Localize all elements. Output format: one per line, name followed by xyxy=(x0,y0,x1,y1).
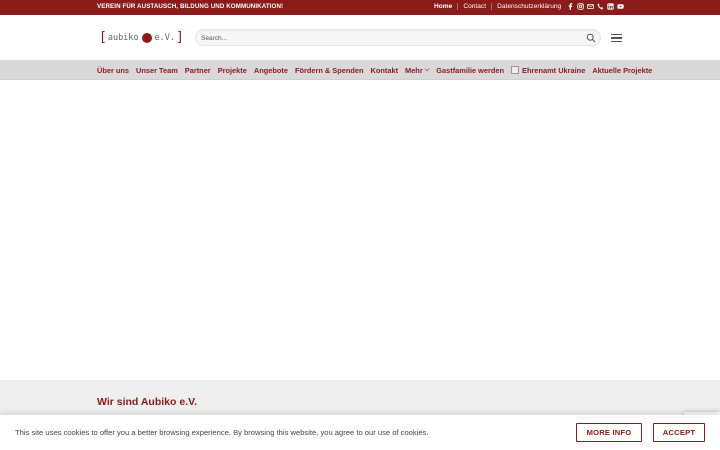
nav-item-mehr-label: Mehr xyxy=(405,65,423,75)
social-icons xyxy=(567,3,624,10)
phone-icon[interactable] xyxy=(597,3,604,10)
nav-item-kontakt[interactable]: Kontakt xyxy=(371,66,399,75)
search-input[interactable] xyxy=(201,32,581,44)
cookie-bar: This site uses cookies to offer you a be… xyxy=(0,415,720,450)
top-link-datenschutz[interactable]: Datenschutzerklärung xyxy=(497,3,561,10)
main-nav: Über uns Unser Team Partner Projekte Ang… xyxy=(0,60,720,80)
top-links: Home Contact Datenschutzerklärung xyxy=(434,3,561,10)
nav-item-projekte[interactable]: Projekte xyxy=(218,66,247,75)
logo-text-right: e.V. xyxy=(154,32,176,43)
site-header: [ aubiko e.V. ] xyxy=(0,15,720,60)
search-icon[interactable] xyxy=(586,33,596,43)
site-logo[interactable]: [ aubiko e.V. ] xyxy=(99,31,184,44)
logo-bracket: [ xyxy=(99,30,107,45)
divider xyxy=(491,3,493,10)
nav-item-mehr[interactable]: Mehr ⌵ xyxy=(405,66,429,75)
search-box xyxy=(195,29,601,46)
divider xyxy=(457,3,459,10)
footer-heading: Wir sind Aubiko e.V. xyxy=(97,396,198,408)
nav-item-ueber-uns[interactable]: Über uns xyxy=(97,66,129,75)
nav-item-ehrenamt-label: Ehrenamt Ukraine xyxy=(522,65,586,75)
hamburger-menu-icon[interactable] xyxy=(611,34,622,42)
linkedin-icon[interactable] xyxy=(607,3,614,10)
nav-item-partner[interactable]: Partner xyxy=(185,66,211,75)
nav-item-gastfamilie[interactable]: Gastfamilie werden xyxy=(436,66,504,75)
nav-item-foerdern-spenden[interactable]: Fördern & Spenden xyxy=(295,66,364,75)
logo-bracket: ] xyxy=(176,30,184,45)
nav-item-angebote[interactable]: Angebote xyxy=(254,66,288,75)
youtube-icon[interactable] xyxy=(617,3,624,10)
top-link-contact[interactable]: Contact xyxy=(463,3,486,10)
broken-image-icon xyxy=(511,66,520,74)
nav-item-ehrenamt-ukraine[interactable]: Ehrenamt Ukraine xyxy=(511,66,585,75)
nav-item-unser-team[interactable]: Unser Team xyxy=(136,66,178,75)
site-tagline: VEREIN FÜR AUSTAUSCH, BILDUNG UND KOMMUN… xyxy=(97,3,284,10)
email-icon[interactable] xyxy=(587,3,594,10)
main-content xyxy=(0,81,720,380)
top-bar: VEREIN FÜR AUSTAUSCH, BILDUNG UND KOMMUN… xyxy=(0,0,720,15)
chevron-down-icon: ⌵ xyxy=(424,66,430,73)
facebook-icon[interactable] xyxy=(567,3,574,10)
accept-button[interactable]: ACCEPT xyxy=(653,423,705,442)
cookie-message: This site uses cookies to offer you a be… xyxy=(15,428,429,437)
more-info-button[interactable]: MORE INFO xyxy=(576,423,642,442)
instagram-icon[interactable] xyxy=(577,3,584,10)
logo-dot-icon xyxy=(141,32,152,43)
top-link-home[interactable]: Home xyxy=(434,3,452,10)
nav-item-aktuelle-projekte[interactable]: Aktuelle Projekte xyxy=(592,66,652,75)
logo-text-left: aubiko xyxy=(107,32,139,43)
